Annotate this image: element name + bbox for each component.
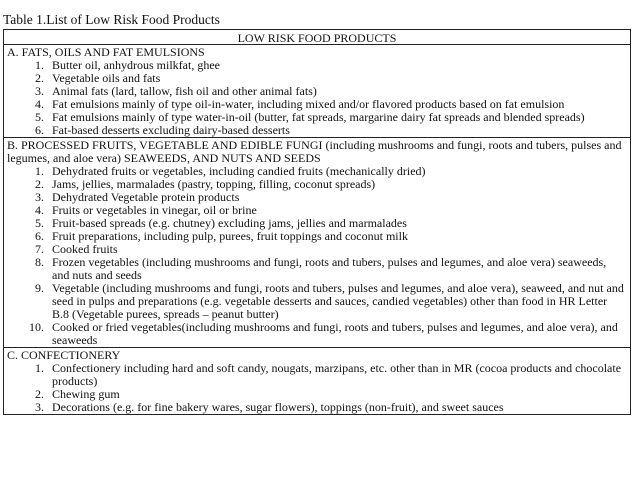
list-item: 8. Frozen vegetables (including mushrooms… (4, 256, 630, 282)
item-number: 10. (29, 320, 44, 334)
item-text: Fruit preparations, including pulp, pure… (52, 229, 408, 243)
list-item: 10. Cooked or fried vegetables(including … (4, 321, 630, 347)
section-confectionery: C. CONFECTIONERY 1. Confectionery includi… (4, 348, 630, 414)
section-fats-oils: A. FATS, OILS AND FAT EMULSIONS 1. Butter… (4, 45, 630, 138)
list-item: 9. Vegetable (including mushrooms and fun… (4, 282, 630, 321)
section-items: 1. Dehydrated fruits or vegetables, inclu… (4, 165, 630, 347)
list-item: 6. Fat-based desserts excluding dairy-bas… (4, 124, 630, 137)
table-caption: Table 1.List of Low Risk Food Products (3, 12, 220, 27)
item-text: Frozen vegetables (including mushrooms a… (52, 255, 607, 282)
low-risk-food-table: LOW RISK FOOD PRODUCTS A. FATS, OILS AND… (3, 29, 631, 415)
item-text: Confectionery including hard and soft ca… (52, 361, 622, 388)
item-number: 1. (35, 361, 44, 375)
item-text: Vegetable (including mushrooms and fungi… (52, 281, 624, 321)
item-text: Cooked or fried vegetables(including mus… (52, 320, 618, 347)
section-title: A. FATS, OILS AND FAT EMULSIONS (7, 45, 205, 59)
item-text: Decorations (e.g. for fine bakery wares,… (52, 400, 504, 414)
item-number: 3. (35, 400, 44, 414)
section-items: 1. Confectionery including hard and soft … (4, 362, 630, 414)
list-item: 3. Decorations (e.g. for fine bakery ware… (4, 401, 630, 414)
table-header: LOW RISK FOOD PRODUCTS (4, 30, 630, 45)
item-number: 9. (35, 281, 44, 295)
section-items: 1. Butter oil, anhydrous milkfat, ghee 2.… (4, 59, 630, 137)
section-title: C. CONFECTIONERY (7, 348, 121, 362)
section-title: B. PROCESSED FRUITS, VEGETABLE AND EDIBL… (7, 138, 622, 165)
section-processed-fruits-vegetables: B. PROCESSED FRUITS, VEGETABLE AND EDIBL… (4, 138, 630, 348)
item-number: 8. (35, 255, 44, 269)
list-item: 1. Confectionery including hard and soft … (4, 362, 630, 388)
item-text: Fat-based desserts excluding dairy-based… (52, 123, 290, 137)
item-number: 6. (35, 123, 44, 137)
